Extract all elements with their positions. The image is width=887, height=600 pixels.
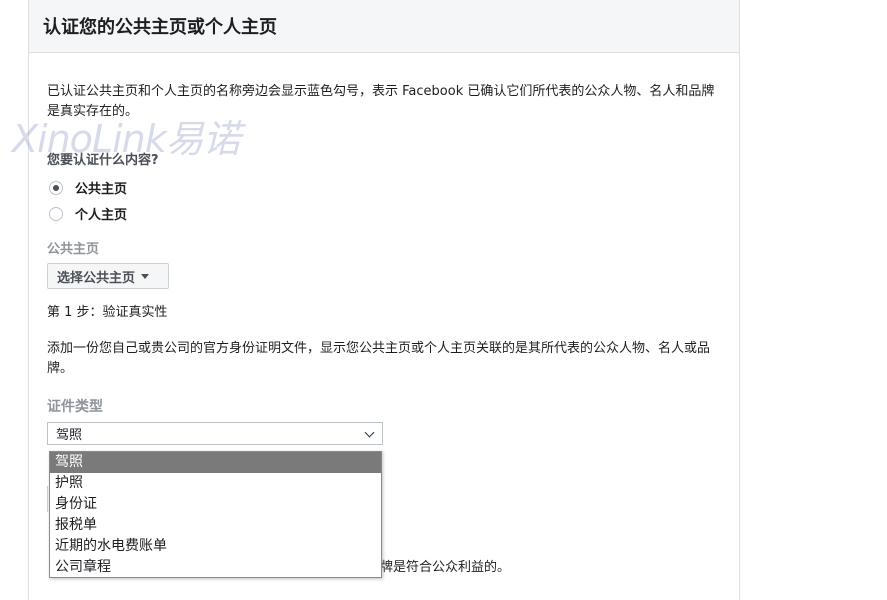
radio-label: 公共主页 [75, 182, 128, 197]
dropdown-option[interactable]: 身份证 [50, 494, 381, 515]
doc-type-dropdown-list[interactable]: 驾照 护照 身份证 报税单 近期的水电费账单 公司章程 [49, 451, 382, 578]
dropdown-option[interactable]: 护照 [50, 473, 381, 494]
radio-option-page[interactable]: 公共主页 [49, 178, 127, 197]
dropdown-option[interactable]: 近期的水电费账单 [50, 536, 381, 557]
radio-button[interactable] [49, 206, 63, 221]
doc-type-label: 证件类型 [47, 399, 103, 415]
radio-option-profile[interactable]: 个人主页 [49, 204, 127, 223]
step1-description: 添加一份您自己或贵公司的官方身份证明文件，显示您公共主页或个人主页关联的是其所代… [47, 341, 711, 376]
panel-title: 认证您的公共主页或个人主页 [43, 17, 277, 38]
dropdown-option[interactable]: 驾照 [50, 452, 381, 473]
doc-type-selected-value: 驾照 [56, 428, 83, 443]
panel-header: 认证您的公共主页或个人主页 [29, 0, 739, 53]
step1-title: 第 1 步：验证真实性 [47, 305, 168, 320]
intro-text: 已认证公共主页和个人主页的名称旁边会显示蓝色勾号，表示 Facebook 已确认… [47, 84, 715, 119]
chevron-down-icon [364, 427, 375, 438]
select-page-button-label: 选择公共主页 [57, 270, 136, 286]
radio-label: 个人主页 [75, 208, 128, 223]
select-page-button[interactable]: 选择公共主页 [47, 263, 169, 289]
caret-down-icon [141, 273, 150, 279]
dropdown-option[interactable]: 报税单 [50, 515, 381, 536]
partial-description-text: 牌是符合公众利益的。 [380, 560, 511, 575]
page-section-label: 公共主页 [47, 242, 100, 257]
radio-button-checked[interactable] [49, 180, 63, 195]
doc-type-select[interactable]: 驾照 [47, 422, 383, 445]
verify-question: 您要认证什么内容? [47, 153, 159, 168]
dropdown-option[interactable]: 公司章程 [50, 557, 381, 578]
